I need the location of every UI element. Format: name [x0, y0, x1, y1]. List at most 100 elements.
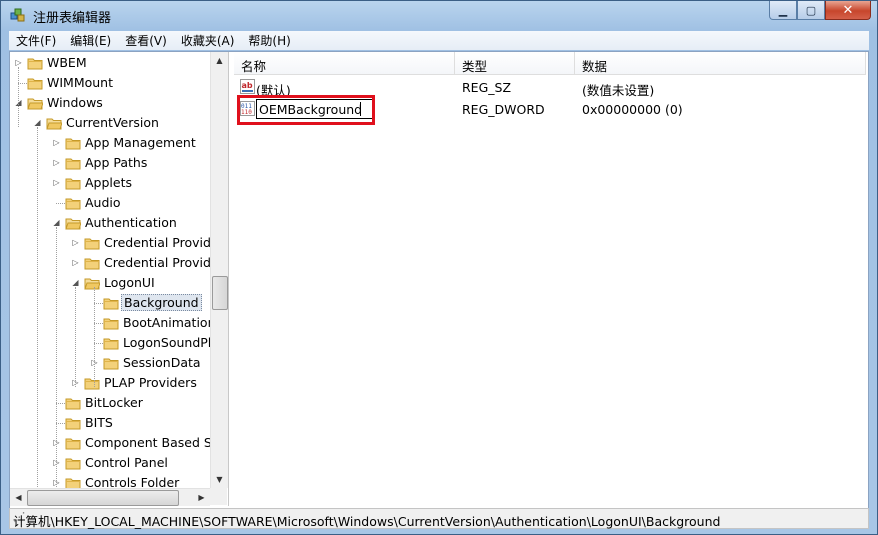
close-button[interactable]: ✕	[825, 1, 871, 20]
folder-icon	[84, 236, 100, 250]
tree-connector	[18, 83, 27, 84]
tree-horizontal-scrollbar[interactable]: ◀ ▶	[10, 488, 210, 506]
folder-icon	[27, 96, 44, 110]
tree-item-label: Credential Provide	[104, 255, 210, 270]
resize-grip-icon[interactable]: ⋰	[13, 510, 26, 523]
expand-arrow-icon[interactable]: ▷	[14, 58, 23, 67]
tree-item[interactable]: BootAnimation	[10, 313, 210, 333]
tree-item[interactable]: ▷ App Paths	[10, 153, 210, 173]
maximize-button[interactable]: ▢	[797, 1, 825, 20]
folder-icon	[65, 416, 81, 430]
tree-item[interactable]: Background	[10, 293, 210, 313]
title-bar[interactable]: 注册表编辑器 ▁ ▢ ✕	[1, 1, 877, 29]
column-header-type[interactable]: 类型	[455, 52, 575, 75]
column-header-name-label: 名称	[241, 59, 267, 74]
tree-item[interactable]: BitLocker	[10, 393, 210, 413]
key-tree[interactable]: ▷ WBEM WIMMount ◢ Windows ◢ CurrentVersion ▷ App…	[10, 52, 210, 488]
value-data: (数值未设置)	[582, 83, 655, 98]
tree-item-label: LogonUI	[104, 275, 155, 290]
tree-item[interactable]: ◢ LogonUI	[10, 273, 210, 293]
collapse-arrow-icon[interactable]: ◢	[52, 218, 61, 227]
tree-item[interactable]: ▷ Credential Provide	[10, 253, 210, 273]
tree-item[interactable]: Audio	[10, 193, 210, 213]
tree-item[interactable]: LogonSoundPl	[10, 333, 210, 353]
tree-item-label: LogonSoundPl	[123, 335, 210, 350]
folder-icon	[65, 396, 81, 410]
tree-item-label: Control Panel	[85, 455, 168, 470]
tree-item[interactable]: ◢ Windows	[10, 93, 210, 113]
menu-view[interactable]: 查看(V)	[118, 32, 174, 49]
menu-help[interactable]: 帮助(H)	[241, 32, 297, 49]
tree-item[interactable]: ▷ PLAP Providers	[10, 373, 210, 393]
tree-item-label: App Paths	[85, 155, 148, 170]
folder-icon	[84, 376, 100, 390]
tree-item[interactable]: ▷ SessionData	[10, 353, 210, 373]
tree-item-label: PLAP Providers	[104, 375, 197, 390]
folder-icon	[103, 356, 119, 370]
tree-item[interactable]: ▷ Control Panel	[10, 453, 210, 473]
folder-icon	[65, 136, 81, 150]
tree-item[interactable]: ▷ WBEM	[10, 53, 210, 73]
tree-item[interactable]: BITS	[10, 413, 210, 433]
folder-icon	[65, 476, 81, 488]
tree-item[interactable]: ◢ Authentication	[10, 213, 210, 233]
tree-horizontal-scroll-thumb[interactable]	[27, 490, 179, 506]
tree-item[interactable]: ▷ Controls Folder	[10, 473, 210, 488]
column-header-data[interactable]: 数据	[575, 52, 866, 75]
folder-icon	[65, 176, 81, 190]
expand-arrow-icon[interactable]: ▷	[52, 158, 61, 167]
red-highlight-box	[237, 95, 375, 125]
minimize-button[interactable]: ▁	[769, 1, 797, 20]
tree-vertical-scrollbar[interactable]: ▲ ▼	[210, 52, 228, 488]
tree-item-label: Authentication	[85, 215, 177, 230]
values-list-pane: 名称 类型 数据 ab (默认) REG_SZ (数值未设置) 011 110	[234, 52, 868, 506]
regedit-window: 注册表编辑器 ▁ ▢ ✕ 文件(F) 编辑(E) 查看(V) 收藏夹(A) 帮助…	[0, 0, 878, 535]
folder-icon	[65, 456, 81, 470]
value-type: REG_SZ	[462, 80, 512, 95]
tree-guide-line	[75, 287, 76, 387]
svg-text:ab: ab	[242, 81, 253, 90]
folder-icon	[84, 276, 101, 290]
tree-connector	[94, 343, 103, 344]
value-row[interactable]: ab (默认) REG_SZ (数值未设置)	[234, 77, 864, 98]
folder-icon	[103, 316, 119, 330]
expand-arrow-icon[interactable]: ▷	[52, 138, 61, 147]
close-icon: ✕	[842, 2, 854, 18]
scroll-right-icon[interactable]: ▶	[193, 489, 210, 506]
status-bar: 计算机\HKEY_LOCAL_MACHINE\SOFTWARE\Microsof…	[9, 508, 869, 529]
tree-connector	[94, 303, 103, 304]
folder-icon	[46, 116, 63, 130]
expand-arrow-icon[interactable]: ▷	[71, 238, 80, 247]
tree-item[interactable]: ▷ Applets	[10, 173, 210, 193]
menu-file[interactable]: 文件(F)	[9, 32, 63, 49]
tree-connector	[56, 403, 65, 404]
expand-arrow-icon[interactable]: ▷	[71, 258, 80, 267]
expand-arrow-icon[interactable]: ▷	[52, 178, 61, 187]
tree-item-label: BitLocker	[85, 395, 143, 410]
folder-icon	[65, 216, 82, 230]
tree-item[interactable]: ◢ CurrentVersion	[10, 113, 210, 133]
tree-guide-line	[94, 287, 95, 387]
tree-item-label: SessionData	[123, 355, 201, 370]
tree-item[interactable]: WIMMount	[10, 73, 210, 93]
tree-item[interactable]: ▷ App Management	[10, 133, 210, 153]
menu-favorites[interactable]: 收藏夹(A)	[174, 32, 242, 49]
collapse-arrow-icon[interactable]: ◢	[71, 278, 80, 287]
scroll-up-icon[interactable]: ▲	[211, 52, 228, 69]
minimize-icon: ▁	[778, 3, 788, 17]
tree-connector	[56, 203, 65, 204]
tree-item-label: Background	[121, 294, 202, 311]
maximize-icon: ▢	[805, 3, 817, 17]
folder-icon	[65, 436, 81, 450]
window-title: 注册表编辑器	[33, 11, 112, 26]
collapse-arrow-icon[interactable]: ◢	[33, 118, 42, 127]
folder-icon	[27, 56, 43, 70]
tree-connector	[94, 323, 103, 324]
scroll-down-icon[interactable]: ▼	[211, 471, 228, 488]
column-header-name[interactable]: 名称	[234, 52, 455, 75]
menu-edit[interactable]: 编辑(E)	[63, 32, 118, 49]
tree-item[interactable]: ▷ Credential Provide	[10, 233, 210, 253]
tree-item[interactable]: ▷ Component Based Se	[10, 433, 210, 453]
tree-vertical-scroll-thumb[interactable]	[212, 276, 228, 310]
scroll-left-icon[interactable]: ◀	[10, 489, 27, 506]
